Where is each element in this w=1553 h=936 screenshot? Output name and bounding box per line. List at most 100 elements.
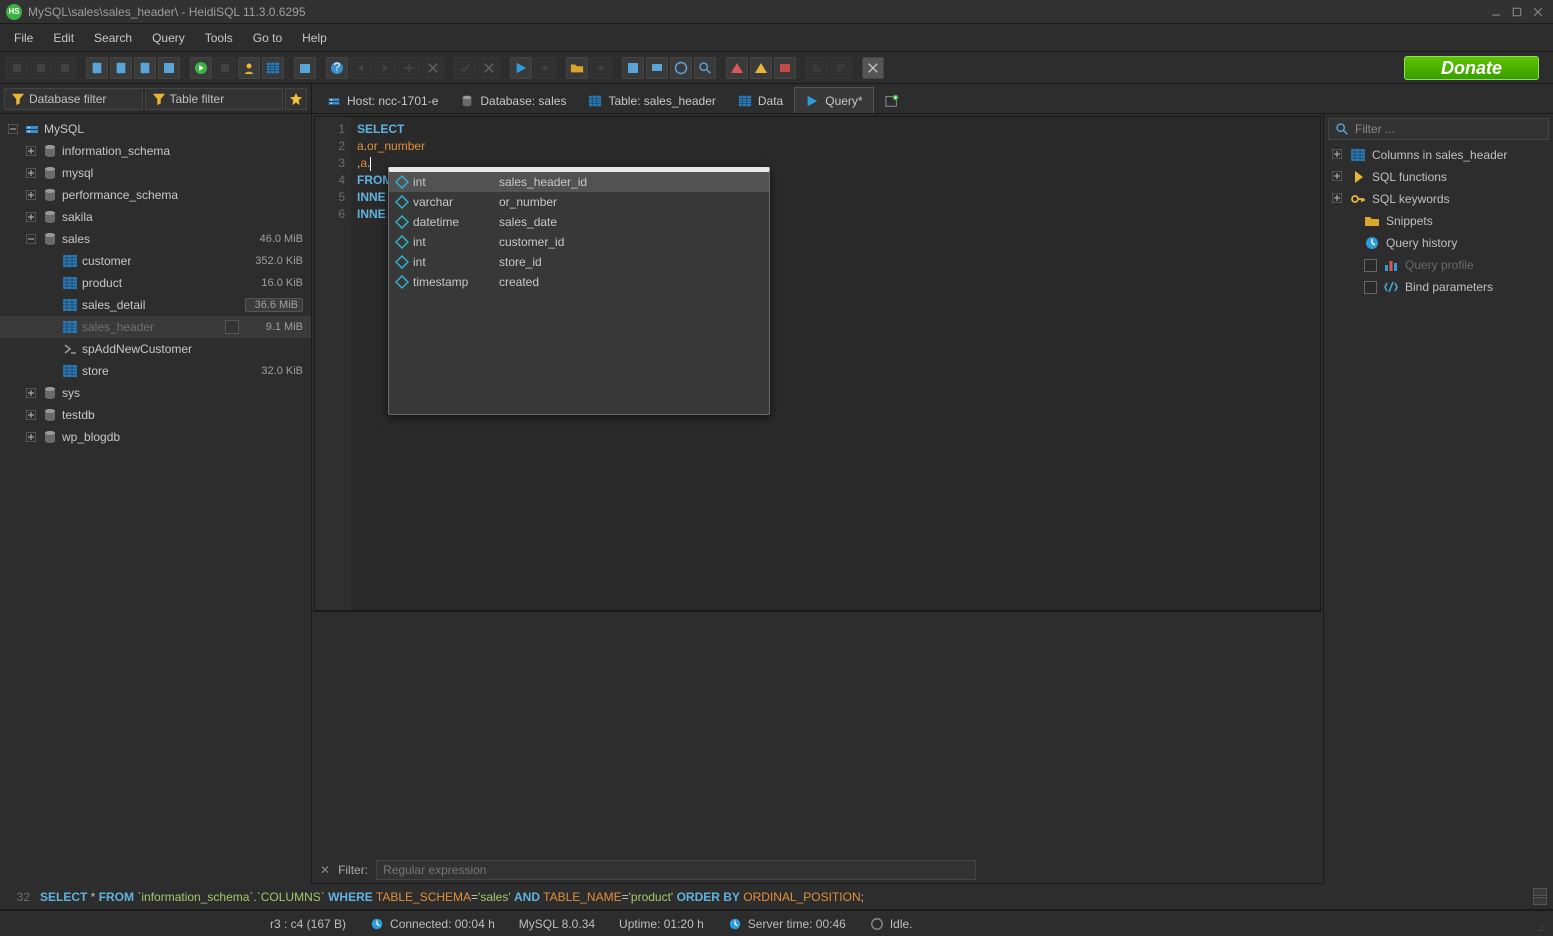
toolbar-copy[interactable] [86,57,108,79]
toolbar-close-tab[interactable] [862,57,884,79]
expander-icon[interactable] [24,166,38,180]
database-filter-button[interactable]: Database filter [4,88,143,110]
checkbox[interactable] [1364,259,1377,272]
tree-item-mysql[interactable]: MySQL [0,118,311,140]
toolbar-calendar[interactable] [294,57,316,79]
toolbar-btn-8[interactable] [214,57,236,79]
expander-icon[interactable] [1332,148,1344,162]
clear-filter-icon[interactable]: ✕ [320,863,330,877]
toolbar-savefile[interactable] [622,57,644,79]
menu-help[interactable]: Help [292,27,337,49]
checkbox[interactable] [1364,281,1377,294]
toolbar-rollback[interactable] [478,57,500,79]
expander-icon[interactable] [24,144,38,158]
toolbar-copy2[interactable] [134,57,156,79]
helper-columns-in-sales-header[interactable]: Columns in sales_header [1328,144,1549,166]
toolbar-btn-2[interactable] [30,57,52,79]
tree-item-sys[interactable]: sys [0,382,311,404]
menu-file[interactable]: File [4,27,43,49]
tree-item-sakila[interactable]: sakila [0,206,311,228]
object-tree[interactable]: MySQLinformation_schemamysqlperformance_… [0,114,312,884]
checkbox[interactable] [225,320,239,334]
autocomplete-item-customer_id[interactable]: intcustomer_id [389,232,769,252]
close-button[interactable] [1529,3,1547,21]
toolbar-find[interactable] [694,57,716,79]
sql-log[interactable]: 32 SELECT * FROM `information_schema`.`C… [0,884,1553,910]
toolbar-execute[interactable] [510,57,532,79]
tree-item-product[interactable]: product16.0 KiB [0,272,311,294]
tree-item-store[interactable]: store32.0 KiB [0,360,311,382]
tree-item-wp-blogdb[interactable]: wp_blogdb [0,426,311,448]
toolbar-warn1[interactable] [726,57,748,79]
expander-icon[interactable] [24,430,38,444]
tab-data[interactable]: Data [727,87,794,113]
toolbar-user[interactable] [238,57,260,79]
tree-item-customer[interactable]: customer352.0 KiB [0,250,311,272]
toolbar-open-drop[interactable] [590,57,612,79]
expander-icon[interactable] [44,342,58,356]
toolbar-open[interactable] [566,57,588,79]
tree-item-spaddnewcustomer[interactable]: spAddNewCustomer [0,338,311,360]
tree-item-mysql[interactable]: mysql [0,162,311,184]
expander-icon[interactable] [24,408,38,422]
expander-icon[interactable] [44,254,58,268]
helper-filter[interactable]: Filter ... [1328,118,1549,140]
toolbar-next[interactable] [374,57,396,79]
resize-grip-icon[interactable] [1529,917,1543,931]
log-scroll-buttons[interactable] [1533,888,1547,905]
table-filter-button[interactable]: Table filter [145,88,284,110]
tree-item-testdb[interactable]: testdb [0,404,311,426]
favorites-button[interactable] [285,88,307,110]
toolbar-globe[interactable] [670,57,692,79]
toolbar-sort-desc[interactable] [830,57,852,79]
tree-item-sales[interactable]: sales46.0 MiB [0,228,311,250]
donate-button[interactable]: Donate [1404,56,1539,80]
tab-host[interactable]: Host: ncc-1701-e [316,87,449,113]
toolbar-add[interactable] [398,57,420,79]
toolbar-commit[interactable] [454,57,476,79]
expander-icon[interactable] [44,320,58,334]
autocomplete-popup[interactable]: intsales_header_idvarcharor_numberdateti… [388,167,770,415]
helper-sql-functions[interactable]: SQL functions [1328,166,1549,188]
toolbar-refresh[interactable] [190,57,212,79]
toolbar-save[interactable] [158,57,180,79]
autocomplete-item-sales_date[interactable]: datetimesales_date [389,212,769,232]
toolbar-warn2[interactable] [750,57,772,79]
toolbar-del[interactable] [422,57,444,79]
expander-icon[interactable] [24,386,38,400]
menu-query[interactable]: Query [142,27,195,49]
expander-icon[interactable] [24,188,38,202]
minimize-button[interactable] [1487,3,1505,21]
tab-db[interactable]: Database: sales [449,87,577,113]
new-query-tab[interactable] [874,87,910,113]
menu-tools[interactable]: Tools [195,27,243,49]
expander-icon[interactable] [44,276,58,290]
helper-snippets[interactable]: Snippets [1328,210,1549,232]
filter-input[interactable] [376,860,976,880]
toolbar-execute-drop[interactable] [534,57,556,79]
expander-icon[interactable] [44,298,58,312]
autocomplete-item-store_id[interactable]: intstore_id [389,252,769,272]
toolbar-prev[interactable] [350,57,372,79]
tab-query[interactable]: Query* [794,87,873,113]
tree-item-sales-detail[interactable]: sales_detail36.6 MiB [0,294,311,316]
autocomplete-item-sales_header_id[interactable]: intsales_header_id [389,172,769,192]
expander-icon[interactable] [44,364,58,378]
expander-icon[interactable] [24,232,38,246]
toolbar-hex[interactable] [774,57,796,79]
toolbar-help[interactable]: ? [326,57,348,79]
menu-go-to[interactable]: Go to [243,27,292,49]
autocomplete-item-or_number[interactable]: varcharor_number [389,192,769,212]
tree-item-performance-schema[interactable]: performance_schema [0,184,311,206]
toolbar-paste[interactable] [110,57,132,79]
expander-icon[interactable] [6,122,20,136]
toolbar-monitor[interactable] [646,57,668,79]
helper-sql-keywords[interactable]: SQL keywords [1328,188,1549,210]
tab-table[interactable]: Table: sales_header [577,87,726,113]
helper-query-history[interactable]: Query history [1328,232,1549,254]
toolbar-btn-1[interactable] [6,57,28,79]
helper-bind-parameters[interactable]: Bind parameters [1328,276,1549,298]
menu-search[interactable]: Search [84,27,142,49]
toolbar-table[interactable] [262,57,284,79]
maximize-button[interactable] [1508,3,1526,21]
